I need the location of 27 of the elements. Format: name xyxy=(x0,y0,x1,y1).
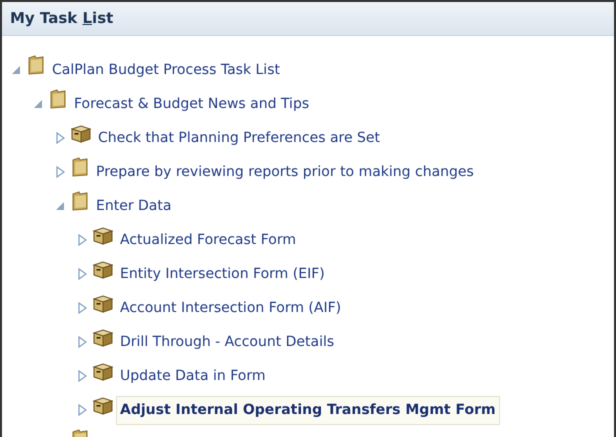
expanded-triangle-icon[interactable] xyxy=(56,202,64,210)
collapsed-triangle-icon[interactable] xyxy=(78,336,86,348)
panel-title: My Task List xyxy=(10,8,114,30)
tree-item[interactable]: Enter Data xyxy=(92,192,176,220)
folder-icon xyxy=(70,190,90,212)
collapsed-triangle-icon[interactable] xyxy=(56,132,64,144)
tree-item[interactable]: Forecast & Budget News and Tips xyxy=(70,90,314,118)
folder-icon xyxy=(70,156,90,178)
folder-icon xyxy=(26,54,46,76)
tree-item[interactable]: Actualized Forecast Form xyxy=(116,226,300,254)
folder-icon xyxy=(48,88,68,110)
expanded-triangle-icon[interactable] xyxy=(34,100,42,108)
collapsed-triangle-icon[interactable] xyxy=(78,268,86,280)
tree-item[interactable]: Entity Intersection Form (EIF) xyxy=(116,260,329,288)
tree-item[interactable]: CalPlan Budget Process Task List xyxy=(48,56,284,84)
collapsed-triangle-icon[interactable] xyxy=(78,370,86,382)
tree-item[interactable]: Update Data in Form xyxy=(116,362,270,390)
tree-item[interactable]: Check that Planning Preferences are Set xyxy=(94,124,384,152)
tree-item[interactable]: Prepare by reviewing reports prior to making changes xyxy=(92,158,478,186)
collapsed-triangle-icon[interactable] xyxy=(78,302,86,314)
tree-item[interactable]: Adjust Internal Operating Transfers Mgmt Form xyxy=(116,396,500,424)
collapsed-triangle-icon[interactable] xyxy=(78,234,86,246)
collapsed-triangle-icon[interactable] xyxy=(56,166,64,178)
collapsed-triangle-icon[interactable] xyxy=(78,404,86,416)
tree-item[interactable]: Account Intersection Form (AIF) xyxy=(116,294,346,322)
expanded-triangle-icon[interactable] xyxy=(12,66,20,74)
tree-item[interactable]: Drill Through - Account Details xyxy=(116,328,338,356)
